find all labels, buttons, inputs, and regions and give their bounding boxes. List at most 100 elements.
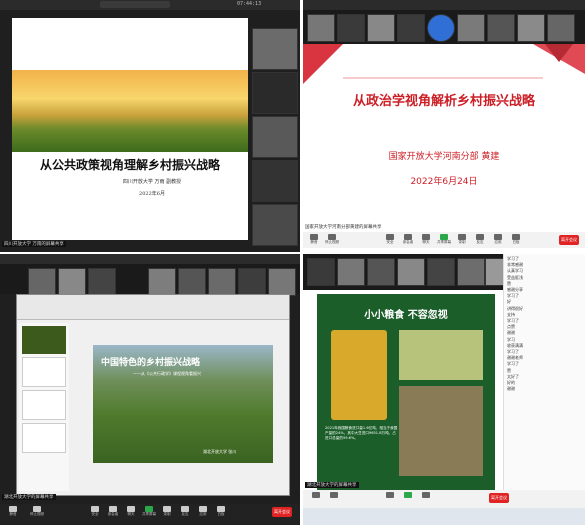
participant-thumb[interactable] <box>337 258 365 286</box>
participant-thumb[interactable] <box>337 14 365 42</box>
participant-thumb[interactable] <box>268 268 296 296</box>
reactions-button[interactable]: 反应 <box>473 234 487 246</box>
slide-affiliation: 国家开放大学河南分部 黄建 <box>388 152 500 162</box>
security-button[interactable]: 安全 <box>88 506 102 518</box>
security-button[interactable]: 安全 <box>383 234 397 246</box>
quadrant-bottom-left: 中国特色的乡村振兴战略 ——从《公共行政学》课程视角看振兴 湖北开放大学 张川 … <box>0 254 300 525</box>
participant-thumb[interactable] <box>517 14 545 42</box>
participant-gallery <box>303 10 585 44</box>
taskbar <box>303 508 585 525</box>
slide-image-portrait <box>399 386 483 476</box>
participant-thumb[interactable] <box>547 14 575 42</box>
participant-thumb[interactable] <box>367 14 395 42</box>
video-button[interactable]: 停止视频 <box>325 234 339 246</box>
whiteboard-button[interactable]: 白板 <box>214 506 228 518</box>
meeting-top-bar: 07:44:13 <box>0 0 300 10</box>
ribbon <box>17 295 289 320</box>
meeting-toolbar: 静音 停止视频 安全 参会者 聊天 共享屏幕 录制 反应 应用 白板 离开会议 <box>0 504 300 524</box>
participant-video[interactable] <box>252 204 298 246</box>
participant-video[interactable] <box>252 160 298 202</box>
participant-thumb[interactable] <box>88 268 116 296</box>
meeting-toolbar: 静音 停止视频 安全 参会者 聊天 共享屏幕 录制 反应 应用 白板 离开会议 <box>303 232 585 248</box>
slide-decoration <box>303 44 585 84</box>
participant-gallery <box>0 264 300 296</box>
share-screen-button[interactable]: 共享屏幕 <box>437 234 451 246</box>
slide-subtitle: ——从《公共行政学》课程视角看振兴 <box>133 371 201 376</box>
leave-button[interactable]: 离开会议 <box>559 235 579 245</box>
participant-thumb[interactable] <box>487 14 515 42</box>
slide-date: 2022年6月 <box>139 191 165 197</box>
participant-gallery <box>303 254 513 290</box>
video-button[interactable]: 停止视频 <box>30 506 44 518</box>
slide-banner-image <box>12 70 248 152</box>
slide-body-text: 2021年我国粮食进口量1.6亿吨，相当于我国产量的24%，其中大豆进口9651… <box>325 426 398 440</box>
slide: 小小粮食 不容忽视 2021年我国粮食进口量1.6亿吨，相当于我国产量的24%，… <box>317 294 495 490</box>
participant-thumb[interactable] <box>148 268 176 296</box>
participant-thumb[interactable] <box>238 268 266 296</box>
participants-button[interactable]: 参会者 <box>401 234 415 246</box>
quadrant-bottom-right: 小小粮食 不容忽视 2021年我国粮食进口量1.6亿吨，相当于我国产量的24%，… <box>303 254 585 525</box>
participant-video[interactable] <box>252 72 298 114</box>
record-button[interactable] <box>419 492 433 504</box>
share-screen-button[interactable] <box>401 492 415 504</box>
participant-thumb[interactable] <box>178 268 206 296</box>
whiteboard-button[interactable]: 白板 <box>509 234 523 246</box>
video-button[interactable] <box>327 492 341 504</box>
slide-thumb[interactable] <box>22 390 66 420</box>
participant-thumb[interactable] <box>427 14 455 42</box>
quadrant-top-left: 07:44:13 从公共政策视角理解乡村振兴战略 四川开放大学 万雨 副教授 2… <box>0 0 300 252</box>
apps-button[interactable]: 应用 <box>196 506 210 518</box>
participant-video[interactable] <box>252 28 298 70</box>
participant-thumb[interactable] <box>397 14 425 42</box>
slide-title: 小小粮食 不容忽视 <box>364 310 448 321</box>
slide: 从政治学视角解析乡村振兴战略 国家开放大学河南分部 黄建 2022年6月24日 <box>303 44 585 224</box>
participants-button[interactable] <box>383 492 397 504</box>
presentation-window: 中国特色的乡村振兴战略 ——从《公共行政学》课程视角看振兴 湖北开放大学 张川 <box>16 294 290 496</box>
mute-button[interactable]: 静音 <box>307 234 321 246</box>
mute-button[interactable]: 静音 <box>6 506 20 518</box>
record-button[interactable]: 录制 <box>455 234 469 246</box>
slide-image-rice <box>399 330 483 380</box>
participant-thumb[interactable] <box>427 258 455 286</box>
leave-button[interactable]: 离开会议 <box>272 507 292 517</box>
leave-button[interactable]: 离开会议 <box>489 493 509 503</box>
participant-thumb[interactable] <box>307 258 335 286</box>
share-label: 湖北开放大学的屏幕共享 <box>305 482 359 488</box>
slide-title: 从公共政策视角理解乡村振兴战略 <box>39 158 220 172</box>
chat-button[interactable]: 聊天 <box>419 234 433 246</box>
participant-video[interactable] <box>252 116 298 158</box>
participant-thumb[interactable] <box>208 268 236 296</box>
meeting-toolbar: 离开会议 <box>303 490 585 508</box>
slide-date: 2022年6月24日 <box>410 177 478 187</box>
chat-button[interactable]: 聊天 <box>124 506 138 518</box>
meeting-top-bar <box>303 0 585 10</box>
chat-message: 谢谢 <box>507 386 515 392</box>
participant-thumb[interactable] <box>367 258 395 286</box>
quadrant-top-right: 从政治学视角解析乡村振兴战略 国家开放大学河南分部 黄建 2022年6月24日 … <box>303 0 585 252</box>
participant-thumb[interactable] <box>457 258 485 286</box>
share-screen-button[interactable]: 共享屏幕 <box>142 506 156 518</box>
participant-thumb[interactable] <box>307 14 335 42</box>
mute-button[interactable] <box>309 492 323 504</box>
participant-thumb[interactable] <box>397 258 425 286</box>
slide-thumb[interactable] <box>22 423 66 453</box>
meeting-top-bar <box>0 254 300 264</box>
reactions-button[interactable]: 反应 <box>178 506 192 518</box>
participant-thumb[interactable] <box>457 14 485 42</box>
slide-thumb[interactable] <box>22 357 66 387</box>
share-label: 国家开放大学河南分部黄建的屏幕共享 <box>305 225 382 230</box>
meeting-time: 07:44:13 <box>237 1 262 7</box>
speaker-tag <box>100 1 170 8</box>
participant-thumb[interactable] <box>28 268 56 296</box>
slide-title: 从政治学视角解析乡村振兴战略 <box>352 94 535 109</box>
slide-affiliation: 四川开放大学 万雨 副教授 <box>122 179 182 185</box>
slide: 中国特色的乡村振兴战略 ——从《公共行政学》课程视角看振兴 湖北开放大学 张川 <box>93 345 273 463</box>
apps-button[interactable]: 应用 <box>491 234 505 246</box>
slide-thumb[interactable] <box>22 326 66 354</box>
participant-thumb[interactable] <box>58 268 86 296</box>
record-button[interactable]: 录制 <box>160 506 174 518</box>
participants-button[interactable]: 参会者 <box>106 506 120 518</box>
chat-panel: 学习了 非常感谢 认真学习 受益匪浅赞感谢分享 学习了好讲得很好 支持 学习了 点赞 谢谢 学习收… <box>503 254 585 490</box>
slide-affiliation: 湖北开放大学 张川 <box>203 449 237 454</box>
chat-messages: 学习了 非常感谢 认真学习 受益匪浅赞感谢分享 学习了好讲得很好 支持 学习了 点赞 谢谢 学习收… <box>504 254 585 394</box>
